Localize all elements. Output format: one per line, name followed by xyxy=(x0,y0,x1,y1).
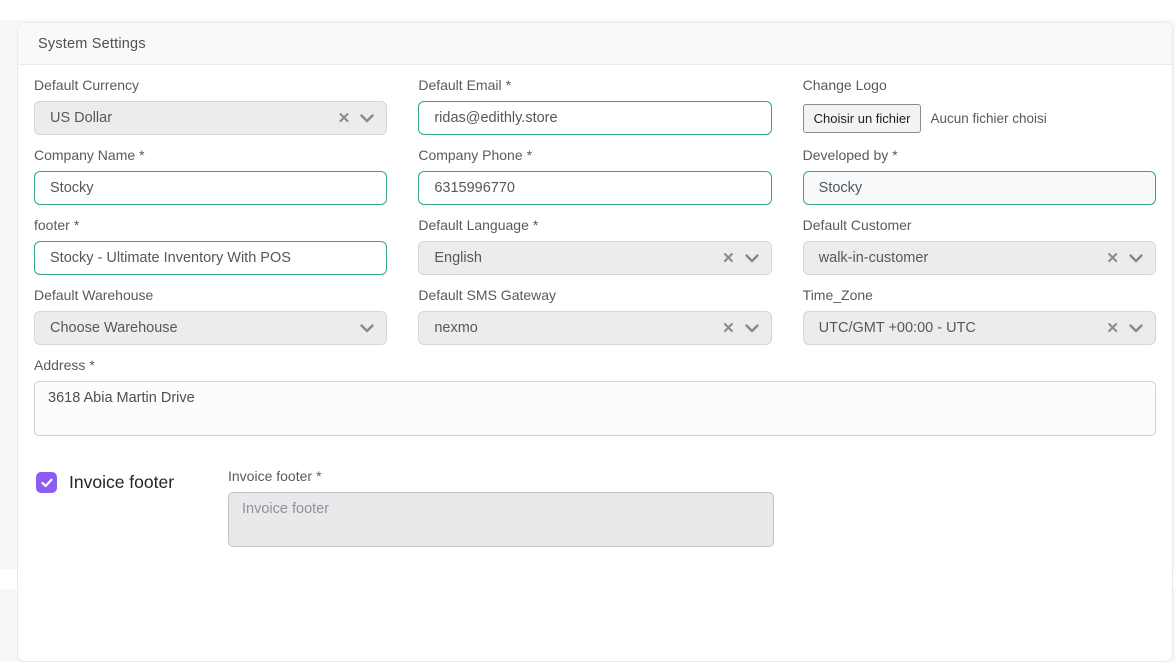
default-warehouse-select[interactable]: Choose Warehouse xyxy=(34,311,387,345)
default-currency-value: US Dollar xyxy=(50,110,112,126)
address-textarea[interactable]: 3618 Abia Martin Drive xyxy=(34,381,1156,436)
card-body: Default Currency US Dollar ✕ Default Ema… xyxy=(18,65,1172,547)
field-default-currency: Default Currency US Dollar ✕ xyxy=(34,78,387,135)
default-language-label: Default Language* xyxy=(418,218,771,232)
footer-label: footer* xyxy=(34,218,387,232)
chevron-down-icon[interactable] xyxy=(360,114,374,123)
default-language-select[interactable]: English ✕ xyxy=(418,241,771,275)
field-default-customer: Default Customer walk-in-customer ✕ xyxy=(803,218,1156,275)
default-customer-value: walk-in-customer xyxy=(819,250,929,266)
field-default-sms-gateway: Default SMS Gateway nexmo ✕ xyxy=(418,288,771,345)
clear-icon[interactable]: ✕ xyxy=(1106,251,1119,266)
chevron-down-icon[interactable] xyxy=(1129,254,1143,263)
page-title: System Settings xyxy=(38,36,146,52)
field-default-warehouse: Default Warehouse Choose Warehouse xyxy=(34,288,387,345)
invoice-footer-row: Invoice footer Invoice footer* xyxy=(34,469,1156,547)
field-company-phone: Company Phone* xyxy=(418,148,771,205)
default-currency-label: Default Currency xyxy=(34,78,387,92)
file-status-text: Aucun fichier choisi xyxy=(930,111,1046,126)
default-sms-gateway-select[interactable]: nexmo ✕ xyxy=(418,311,771,345)
default-warehouse-label: Default Warehouse xyxy=(34,288,387,302)
clear-icon[interactable]: ✕ xyxy=(1106,321,1119,336)
invoice-footer-toggle-label: Invoice footer xyxy=(69,472,174,493)
default-sms-gateway-value: nexmo xyxy=(434,320,478,336)
invoice-footer-label: Invoice footer* xyxy=(228,469,774,483)
developed-by-label: Developed by* xyxy=(803,148,1156,162)
time-zone-label: Time_Zone xyxy=(803,288,1156,302)
default-language-value: English xyxy=(434,250,482,266)
company-name-input[interactable] xyxy=(34,171,387,205)
default-email-input[interactable] xyxy=(418,101,771,135)
invoice-footer-toggle[interactable]: Invoice footer xyxy=(34,469,228,493)
change-logo-label: Change Logo xyxy=(803,78,1156,92)
address-label: Address* xyxy=(34,358,1156,372)
clear-icon[interactable]: ✕ xyxy=(722,251,735,266)
field-invoice-footer: Invoice footer* xyxy=(228,469,774,547)
chevron-down-icon[interactable] xyxy=(745,324,759,333)
field-address: Address* 3618 Abia Martin Drive xyxy=(34,358,1156,436)
clear-icon[interactable]: ✕ xyxy=(338,111,351,126)
chevron-down-icon[interactable] xyxy=(1129,324,1143,333)
default-currency-select[interactable]: US Dollar ✕ xyxy=(34,101,387,135)
field-default-email: Default Email* xyxy=(418,78,771,135)
clear-icon[interactable]: ✕ xyxy=(722,321,735,336)
field-developed-by: Developed by* xyxy=(803,148,1156,205)
field-default-language: Default Language* English ✕ xyxy=(418,218,771,275)
chevron-down-icon[interactable] xyxy=(360,324,374,333)
choose-file-button[interactable]: Choisir un fichier xyxy=(803,104,922,133)
chevron-down-icon[interactable] xyxy=(745,254,759,263)
field-company-name: Company Name* xyxy=(34,148,387,205)
time-zone-value: UTC/GMT +00:00 - UTC xyxy=(819,320,976,336)
developed-by-input[interactable] xyxy=(803,171,1156,205)
field-time-zone: Time_Zone UTC/GMT +00:00 - UTC ✕ xyxy=(803,288,1156,345)
footer-input[interactable] xyxy=(34,241,387,275)
system-settings-card: System Settings Default Currency US Doll… xyxy=(17,22,1173,662)
default-warehouse-value: Choose Warehouse xyxy=(50,320,178,336)
company-phone-input[interactable] xyxy=(418,171,771,205)
field-footer: footer* xyxy=(34,218,387,275)
company-name-label: Company Name* xyxy=(34,148,387,162)
card-header: System Settings xyxy=(18,23,1172,65)
time-zone-select[interactable]: UTC/GMT +00:00 - UTC ✕ xyxy=(803,311,1156,345)
invoice-footer-checkbox[interactable] xyxy=(36,472,57,493)
company-phone-label: Company Phone* xyxy=(418,148,771,162)
default-sms-gateway-label: Default SMS Gateway xyxy=(418,288,771,302)
default-customer-label: Default Customer xyxy=(803,218,1156,232)
invoice-footer-textarea[interactable] xyxy=(228,492,774,547)
field-change-logo: Change Logo Choisir un fichier Aucun fic… xyxy=(803,78,1156,135)
default-email-label: Default Email* xyxy=(418,78,771,92)
check-icon xyxy=(41,478,53,488)
default-customer-select[interactable]: walk-in-customer ✕ xyxy=(803,241,1156,275)
